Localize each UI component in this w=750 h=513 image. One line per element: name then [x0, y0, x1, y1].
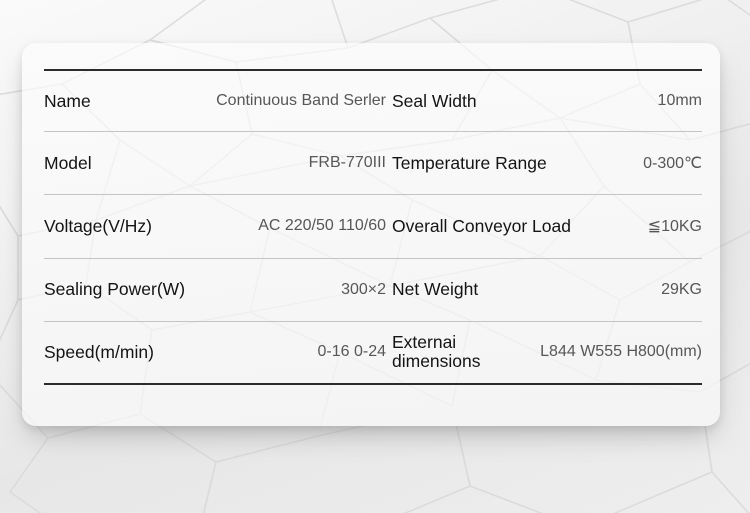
- spec-value-temperature-range: 0-300℃: [643, 155, 702, 173]
- spec-value-net-weight: 29KG: [661, 280, 702, 298]
- spec-cell-temperature-range: Temperature Range 0-300℃: [392, 132, 702, 194]
- spec-cell-external-dimensions: Externai dimensions L844 W555 H800(mm): [392, 322, 702, 383]
- spec-label-overall-conveyor-load: Overall Conveyor Load: [392, 216, 571, 237]
- spec-value-speed: 0-16 0-24: [317, 343, 387, 361]
- spec-value-name: Continuous Band Serler: [216, 92, 386, 110]
- spec-card: Name Continuous Band Serler Seal Width 1…: [22, 43, 720, 426]
- table-row: Speed(m/min) 0-16 0-24 Externai dimensio…: [44, 322, 702, 385]
- spec-value-external-dimensions: L844 W555 H800(mm): [540, 343, 702, 361]
- spec-cell-seal-width: Seal Width 10mm: [392, 71, 702, 131]
- spec-value-seal-width: 10mm: [657, 92, 702, 110]
- spec-cell-voltage: Voltage(V/Hz) AC 220/50 110/60: [44, 195, 392, 257]
- spec-label-seal-width: Seal Width: [392, 90, 477, 111]
- spec-cell-name: Name Continuous Band Serler: [44, 71, 392, 131]
- spec-label-net-weight: Net Weight: [392, 279, 479, 300]
- specification-table: Name Continuous Band Serler Seal Width 1…: [44, 69, 702, 385]
- spec-label-name: Name: [44, 90, 91, 111]
- table-row: Sealing Power(W) 300×2 Net Weight 29KG: [44, 259, 702, 322]
- spec-value-model: FRB-770III: [308, 154, 386, 172]
- spec-value-overall-conveyor-load: ≦10KG: [647, 218, 702, 236]
- spec-cell-overall-conveyor-load: Overall Conveyor Load ≦10KG: [392, 195, 702, 257]
- spec-label-sealing-power: Sealing Power(W): [44, 279, 186, 300]
- spec-label-model: Model: [44, 152, 92, 173]
- table-row: Voltage(V/Hz) AC 220/50 110/60 Overall C…: [44, 195, 702, 259]
- table-row: Name Continuous Band Serler Seal Width 1…: [44, 69, 702, 133]
- spec-label-speed: Speed(m/min): [44, 341, 154, 362]
- spec-cell-net-weight: Net Weight 29KG: [392, 259, 702, 321]
- table-row: Model FRB-770III Temperature Range 0-300…: [44, 132, 702, 196]
- spec-label-external-dimensions: Externai dimensions: [392, 332, 481, 372]
- spec-value-sealing-power: 300×2: [341, 280, 386, 298]
- spec-cell-model: Model FRB-770III: [44, 132, 392, 194]
- spec-cell-speed: Speed(m/min) 0-16 0-24: [44, 322, 392, 383]
- spec-value-voltage: AC 220/50 110/60: [258, 217, 386, 235]
- spec-label-temperature-range: Temperature Range: [392, 152, 547, 173]
- spec-label-voltage: Voltage(V/Hz): [44, 216, 152, 237]
- spec-cell-sealing-power: Sealing Power(W) 300×2: [44, 259, 392, 321]
